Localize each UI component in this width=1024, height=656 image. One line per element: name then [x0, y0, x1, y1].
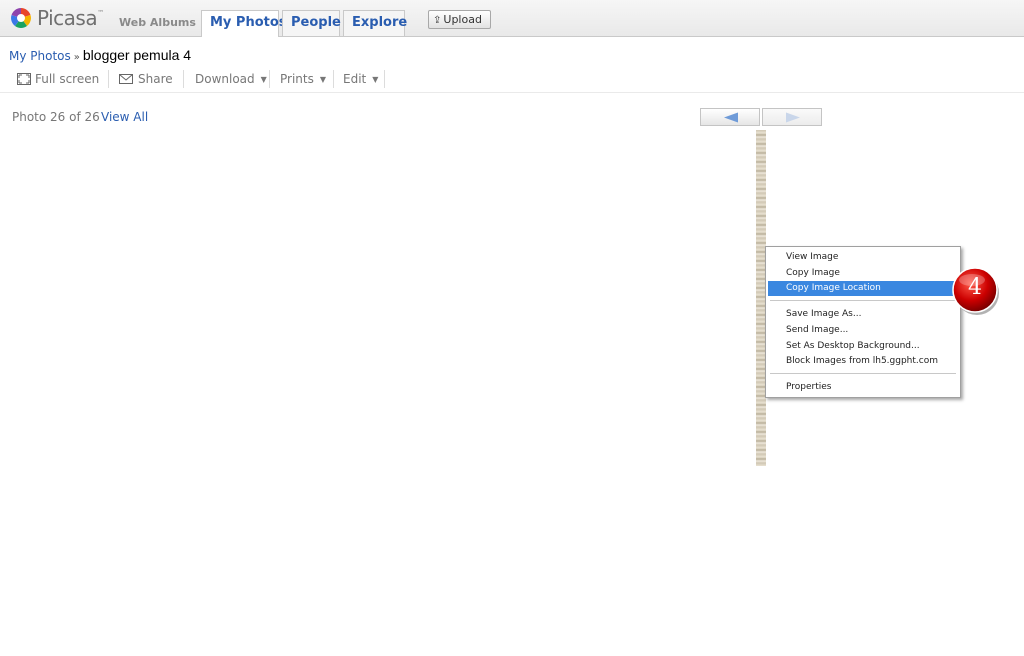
menu-item-set-desktop-background[interactable]: Set As Desktop Background...: [768, 339, 958, 354]
menu-item-view-image[interactable]: View Image: [768, 250, 958, 265]
tab-explore[interactable]: Explore: [343, 10, 407, 36]
edit-label: Edit: [343, 72, 367, 86]
tab-my-photos[interactable]: My Photos: [201, 10, 287, 37]
full-screen-icon: [17, 73, 31, 85]
prints-label: Prints: [280, 72, 314, 86]
toolbar-divider: [333, 70, 334, 88]
toolbar-divider: [384, 70, 385, 88]
menu-item-block-images[interactable]: Block Images from lh5.ggpht.com: [768, 354, 958, 369]
logo-subtitle: Web Albums: [119, 16, 196, 29]
arrow-left-icon: [724, 112, 738, 123]
chevron-down-icon: ▼: [260, 75, 267, 84]
full-screen-label: Full screen: [35, 72, 100, 86]
picasa-pinwheel-icon: [11, 8, 31, 29]
download-menu-button[interactable]: Download ▼: [195, 72, 267, 86]
breadcrumb-separator: »: [73, 52, 80, 63]
toolbar-divider: [269, 70, 270, 88]
logo-trademark: ™: [97, 9, 104, 17]
album-title: blogger pemula 4: [82, 47, 192, 63]
photo-toolbar: Full screen Share Download ▼ Prints ▼ Edit…: [9, 68, 1019, 90]
full-screen-button[interactable]: Full screen: [17, 72, 99, 86]
next-photo-button[interactable]: [762, 108, 822, 126]
previous-photo-button[interactable]: [700, 108, 760, 126]
view-all-link[interactable]: View All: [101, 110, 148, 124]
photo-counter: Photo 26 of 26: [12, 110, 100, 124]
menu-item-copy-image[interactable]: Copy Image: [768, 266, 958, 281]
breadcrumb: My Photos» blogger pemula 4: [9, 45, 191, 64]
prints-menu-button[interactable]: Prints ▼: [280, 72, 326, 86]
menu-separator: [770, 300, 956, 301]
envelope-icon: [119, 74, 133, 84]
context-menu: View Image Copy Image Copy Image Locatio…: [765, 246, 961, 398]
arrow-right-icon: [786, 112, 800, 123]
upload-arrow-icon: ⇪: [433, 15, 442, 26]
menu-item-copy-image-location[interactable]: Copy Image Location: [768, 281, 958, 296]
upload-button[interactable]: ⇪ Upload: [428, 10, 491, 29]
menu-item-save-image-as[interactable]: Save Image As...: [768, 307, 958, 322]
menu-item-properties[interactable]: Properties: [768, 380, 958, 395]
step-number: 4: [968, 275, 982, 300]
share-button[interactable]: Share: [119, 72, 173, 86]
share-label: Share: [138, 72, 173, 86]
upload-label: Upload: [443, 13, 482, 26]
chevron-down-icon: ▼: [319, 75, 327, 84]
tab-people[interactable]: People: [282, 10, 341, 36]
step-number-badge: 4: [952, 268, 1002, 318]
breadcrumb-my-photos-link[interactable]: My Photos: [9, 49, 71, 63]
top-bar: Picasa™ Web Albums My Photos People Expl…: [0, 0, 1024, 37]
edit-menu-button[interactable]: Edit ▼: [343, 72, 378, 86]
chevron-down-icon: ▼: [372, 75, 379, 84]
download-label: Download: [195, 72, 255, 86]
menu-item-send-image[interactable]: Send Image...: [768, 323, 958, 338]
toolbar-divider: [108, 70, 109, 88]
toolbar-divider: [183, 70, 184, 88]
logo-word: Picasa: [37, 6, 98, 30]
menu-separator: [770, 373, 956, 374]
toolbar-divider-line: [0, 92, 1024, 93]
